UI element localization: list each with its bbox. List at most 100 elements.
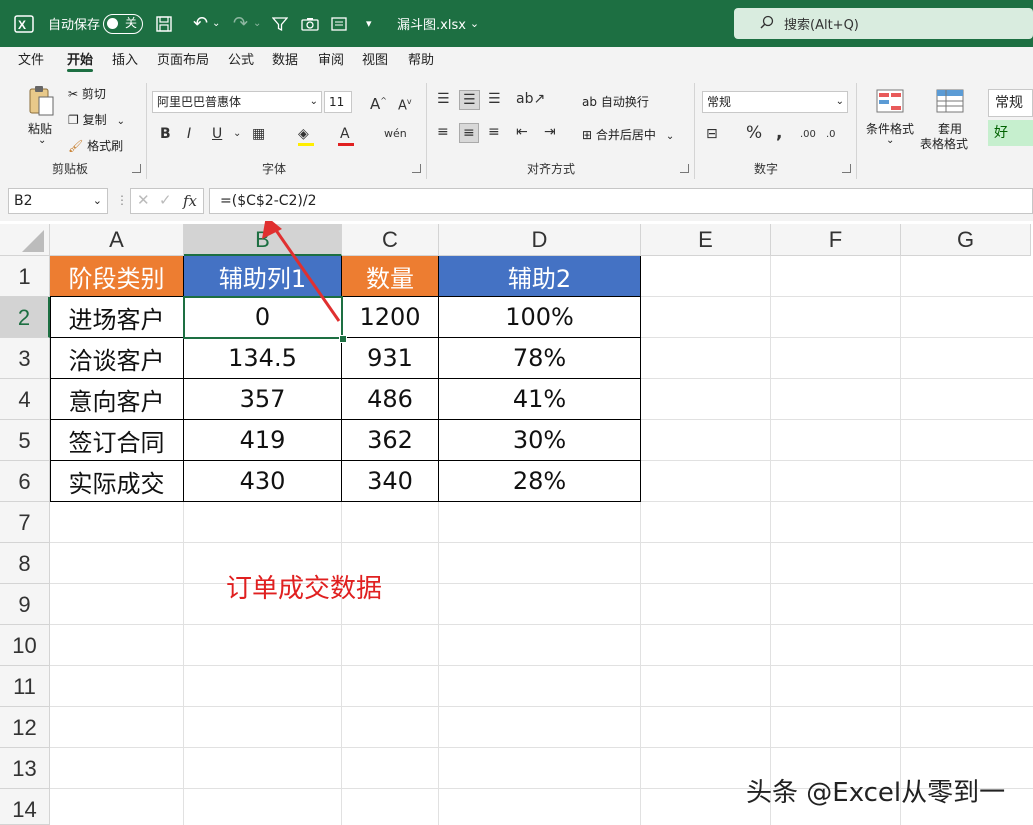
percent-icon[interactable]: %: [746, 124, 762, 142]
autosave-state: 关: [124, 15, 137, 30]
table-format-label-2[interactable]: 表格格式: [920, 135, 968, 152]
enter-icon[interactable]: ✓: [159, 191, 172, 209]
align-center-icon[interactable]: ≡: [459, 123, 479, 143]
ribbon-separator: [426, 83, 427, 179]
excel-logo-icon: X: [14, 0, 34, 47]
copy-button[interactable]: ❐ 复制 ⌄: [68, 111, 125, 128]
tab-insert[interactable]: 插入: [112, 47, 138, 75]
decrease-decimal-icon[interactable]: .0: [826, 126, 836, 144]
align-left-icon[interactable]: ≡: [437, 123, 449, 141]
undo-icon[interactable]: ↶: [193, 0, 208, 47]
merge-center-button[interactable]: ⊞ 合并后居中 ⌄: [582, 126, 674, 143]
font-name-value: 阿里巴巴普惠体: [157, 95, 242, 109]
chevron-down-icon: ⌄: [92, 194, 102, 207]
clipboard-group-label: 剪贴板: [52, 162, 89, 176]
font-color-icon[interactable]: A: [338, 125, 354, 146]
merge-label: 合并后居中: [595, 128, 656, 142]
alignment-launcher-icon[interactable]: [680, 164, 689, 173]
tab-page-layout[interactable]: 页面布局: [157, 47, 209, 75]
clipboard-launcher-icon[interactable]: [132, 164, 141, 173]
formula-input[interactable]: =($C$2-C2)/2: [209, 188, 1033, 214]
tab-view[interactable]: 视图: [362, 47, 388, 75]
number-format-value: 常规: [707, 95, 732, 109]
undo-dropdown-icon[interactable]: ⌄: [212, 0, 220, 47]
phonetic-icon[interactable]: wén: [384, 125, 407, 143]
redo-icon[interactable]: ↷: [233, 0, 248, 47]
decrease-font-icon[interactable]: Av: [398, 93, 412, 115]
orientation-icon[interactable]: ab↗: [516, 90, 545, 108]
ribbon-separator: [146, 83, 147, 179]
format-painter-label: 格式刷: [87, 139, 124, 153]
conditional-format-icon[interactable]: [876, 89, 904, 116]
chevron-down-icon: ⌄: [469, 17, 480, 30]
formula-buttons: ✕ ✓ fx: [130, 188, 204, 214]
indent-increase-icon[interactable]: ⇥: [544, 123, 556, 141]
autosave-toggle[interactable]: 关: [103, 0, 143, 47]
customize-qat-icon[interactable]: ▾: [366, 0, 372, 47]
align-top-icon[interactable]: ☰: [437, 90, 450, 108]
search-icon: [760, 15, 774, 33]
style-normal[interactable]: 常规: [988, 89, 1033, 117]
number-launcher-icon[interactable]: [842, 164, 851, 173]
file-name-text: 漏斗图.xlsx: [397, 18, 466, 33]
camera-icon[interactable]: [301, 0, 319, 47]
chevron-down-icon[interactable]: ⌄: [886, 135, 894, 146]
wrap-text-button[interactable]: ab 自动换行: [582, 93, 649, 110]
align-right-icon[interactable]: ≡: [488, 123, 500, 141]
tab-formulas[interactable]: 公式: [228, 47, 254, 75]
watermark: 头条 @Excel从零到一: [746, 778, 1006, 808]
paste-button[interactable]: [26, 85, 56, 120]
worksheet: A B C D E F G 1 2 3 4 5 6 7 8 9 10 11 12…: [0, 221, 1033, 825]
font-launcher-icon[interactable]: [412, 164, 421, 173]
align-bottom-icon[interactable]: ☰: [488, 90, 501, 108]
table-format-icon[interactable]: [936, 89, 964, 116]
underline-icon[interactable]: U: [212, 125, 222, 143]
copy-label: 复制: [82, 113, 107, 127]
font-name-select[interactable]: 阿里巴巴普惠体 ⌄: [152, 91, 322, 113]
italic-icon[interactable]: I: [187, 125, 191, 143]
border-icon[interactable]: ▦: [252, 125, 265, 143]
file-name[interactable]: 漏斗图.xlsx ⌄: [397, 0, 479, 47]
form-icon[interactable]: [331, 0, 347, 47]
copy-icon: ❐: [68, 113, 79, 127]
annotation-arrow: [262, 221, 341, 322]
bold-icon[interactable]: B: [160, 125, 171, 143]
svg-text:X: X: [18, 18, 26, 32]
tab-home[interactable]: 开始: [67, 47, 94, 75]
tab-review[interactable]: 审阅: [318, 47, 344, 75]
tab-file[interactable]: 文件: [18, 47, 44, 75]
font-size-select[interactable]: 11: [324, 91, 352, 113]
increase-decimal-icon[interactable]: .00: [800, 126, 816, 144]
chevron-down-icon: ⌄: [309, 96, 318, 107]
redo-dropdown-icon[interactable]: ⌄: [253, 0, 261, 47]
number-format-select[interactable]: 常规 ⌄: [702, 91, 848, 113]
format-painter-button[interactable]: 🖌 格式刷: [68, 137, 123, 154]
more-icon: ⋮: [116, 193, 128, 207]
copy-dropdown-icon[interactable]: ⌄: [117, 116, 125, 127]
fill-color-icon[interactable]: ◈: [298, 125, 314, 146]
number-group-label: 数字: [754, 162, 779, 176]
name-box[interactable]: B2 ⌄: [8, 188, 108, 214]
increase-font-icon[interactable]: A^: [370, 92, 387, 113]
comma-icon[interactable]: ,: [776, 124, 782, 142]
title-bar: X 自动保存 关 ↶ ⌄ ↷ ⌄ ▾ 漏斗图.xlsx ⌄ 搜索(Alt+Q): [0, 0, 1033, 47]
tab-data[interactable]: 数据: [272, 47, 298, 75]
underline-dropdown-icon[interactable]: ⌄: [233, 125, 241, 143]
align-middle-icon[interactable]: ☰: [459, 90, 480, 110]
tab-help[interactable]: 帮助: [408, 47, 434, 75]
cut-label: 剪切: [81, 87, 106, 101]
font-group-label: 字体: [262, 162, 287, 176]
filter-icon[interactable]: [272, 0, 288, 47]
paste-dropdown-icon[interactable]: ⌄: [38, 135, 46, 146]
search-input[interactable]: 搜索(Alt+Q): [734, 8, 1033, 39]
formula-bar: B2 ⌄ ⋮ ✕ ✓ fx =($C$2-C2)/2: [0, 183, 1033, 221]
cut-button[interactable]: ✂ 剪切: [68, 85, 106, 102]
currency-icon[interactable]: ⊟: [706, 125, 718, 143]
save-icon[interactable]: [155, 0, 173, 47]
brush-icon: 🖌: [68, 139, 84, 153]
cancel-icon[interactable]: ✕: [137, 191, 150, 209]
indent-decrease-icon[interactable]: ⇤: [516, 123, 528, 141]
insert-function-icon[interactable]: fx: [183, 192, 197, 210]
ribbon-separator: [856, 83, 857, 179]
style-good[interactable]: 好: [988, 120, 1033, 146]
